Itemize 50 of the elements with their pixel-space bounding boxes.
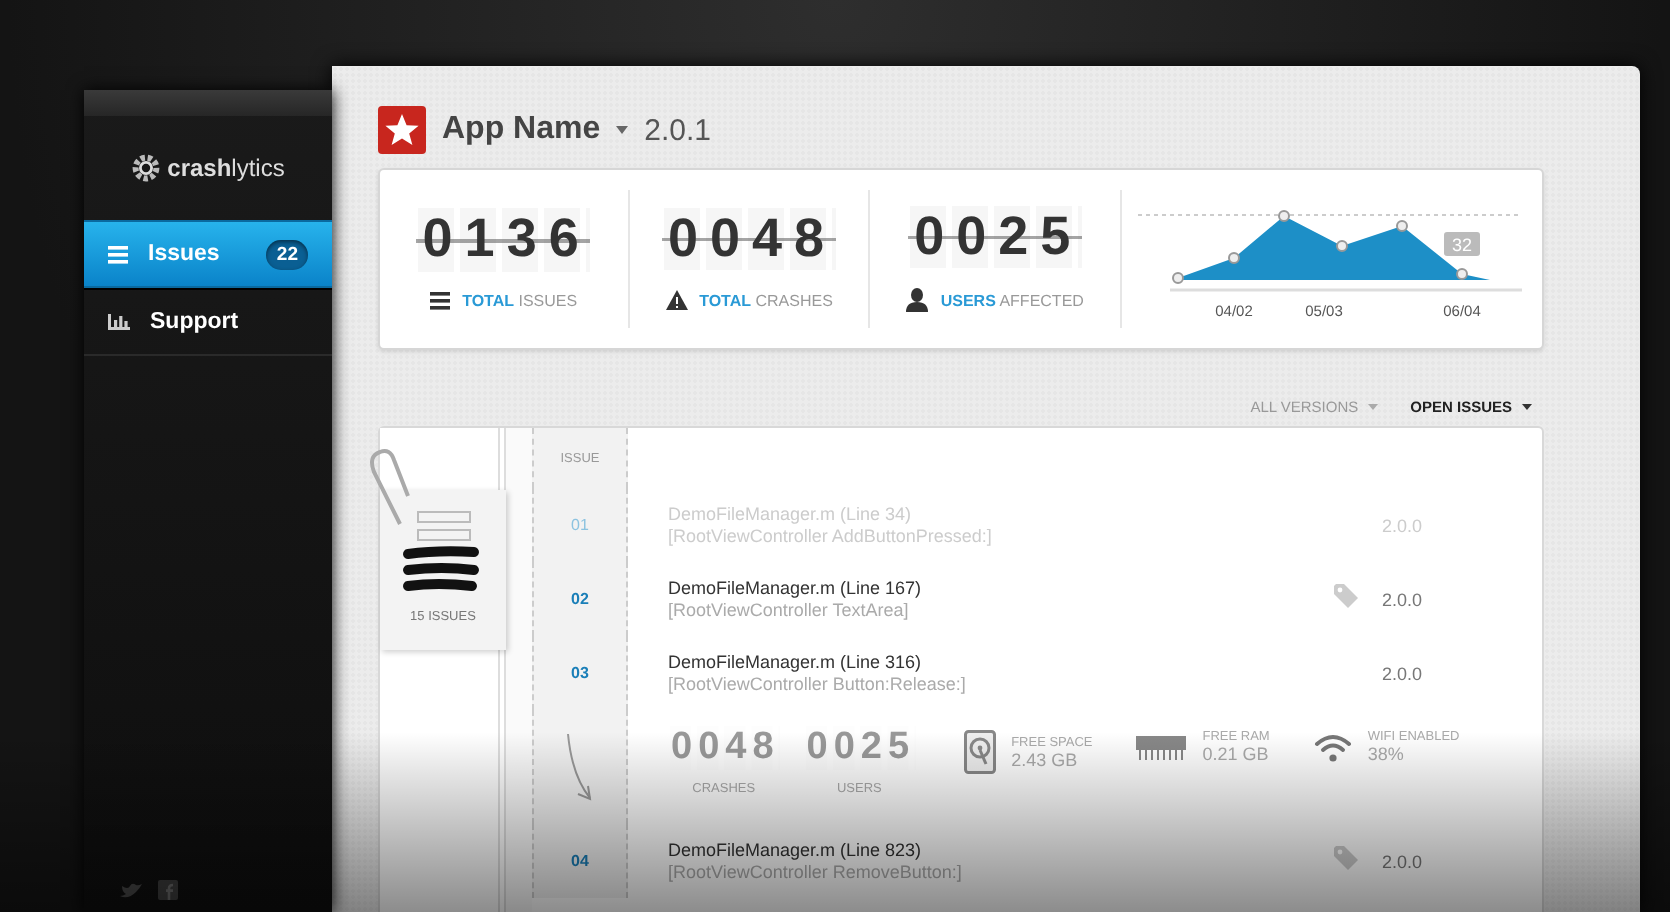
device-stat-value: 38% [1367, 744, 1406, 764]
tag-icon [1334, 845, 1358, 869]
file-name: DemoFileManager.m (Line 823) [668, 840, 924, 860]
user-icon [906, 288, 929, 313]
stat-label: TOTAL CRASHES [699, 291, 833, 310]
bar-chart-icon [108, 314, 130, 330]
file-name: DemoFileManager.m (Line 167) [668, 578, 924, 598]
issue-number: 01 [532, 488, 628, 562]
tag-icon [1334, 583, 1358, 607]
caret-icon[interactable] [616, 126, 629, 134]
count-badge: 22 [266, 239, 308, 269]
curved-arrow-icon [564, 731, 596, 803]
tooltip-value: 32 [1451, 235, 1472, 255]
counter-digits: 0025 [908, 205, 1083, 269]
list-icon [108, 245, 128, 263]
stat-label: USERS AFFECTED [940, 291, 1084, 310]
wifi-icon [1313, 731, 1352, 763]
memory-module-icon [1136, 732, 1187, 762]
version-label: 2.0.0 [1382, 589, 1425, 609]
gear-icon [131, 154, 160, 182]
issue-row[interactable]: DemoFileManager.m (Line 823) [RootViewController RemoveButton:] 2.0.0 [628, 824, 1542, 898]
device-stat-value: 2.43 GB [1011, 749, 1080, 769]
bird-icon [120, 881, 142, 899]
file-name: DemoFileManager.m (Line 316) [668, 652, 924, 672]
caret-icon [1522, 404, 1532, 410]
version-label: 2.0.0 [1382, 851, 1425, 871]
counter-digits: 0048 [661, 207, 837, 271]
issue-number: 03 [532, 636, 628, 710]
warning-icon [665, 290, 688, 311]
stat-label: TOTAL ISSUES [462, 291, 578, 310]
app-name: App Name [442, 112, 601, 148]
value-tooltip [1443, 232, 1480, 256]
issue-row[interactable]: DemoFileManager.m (Line 167) [RootViewController TextArea] 2.0.0 [628, 562, 1542, 636]
list-icon [430, 291, 451, 310]
issue-number: 04 [532, 824, 628, 898]
device-stat-value: 0.21 GB [1202, 744, 1270, 764]
issue-row[interactable]: DemoFileManager.m (Line 316) [RootViewController Button:Release:] 2.0.0 [628, 636, 1542, 710]
method-name: [RootViewController RemoveButton:] [668, 862, 964, 882]
star-app-icon [378, 106, 426, 154]
sidebar-item[interactable]: Issues 22 [84, 220, 332, 288]
issue-number: 02 [532, 562, 628, 636]
caret-icon [1368, 404, 1379, 410]
hard-drive-icon [963, 730, 996, 774]
method-name: [RootViewController Button:Release:] [668, 674, 968, 694]
app-version: 2.0.1 [644, 113, 711, 147]
version-label: 2.0.0 [1382, 663, 1425, 683]
square-icon [158, 880, 178, 900]
method-name: [RootViewController TextArea] [668, 600, 911, 620]
brand-logo-text: crashlytics [167, 154, 285, 182]
counter-digits: 0136 [416, 208, 591, 272]
